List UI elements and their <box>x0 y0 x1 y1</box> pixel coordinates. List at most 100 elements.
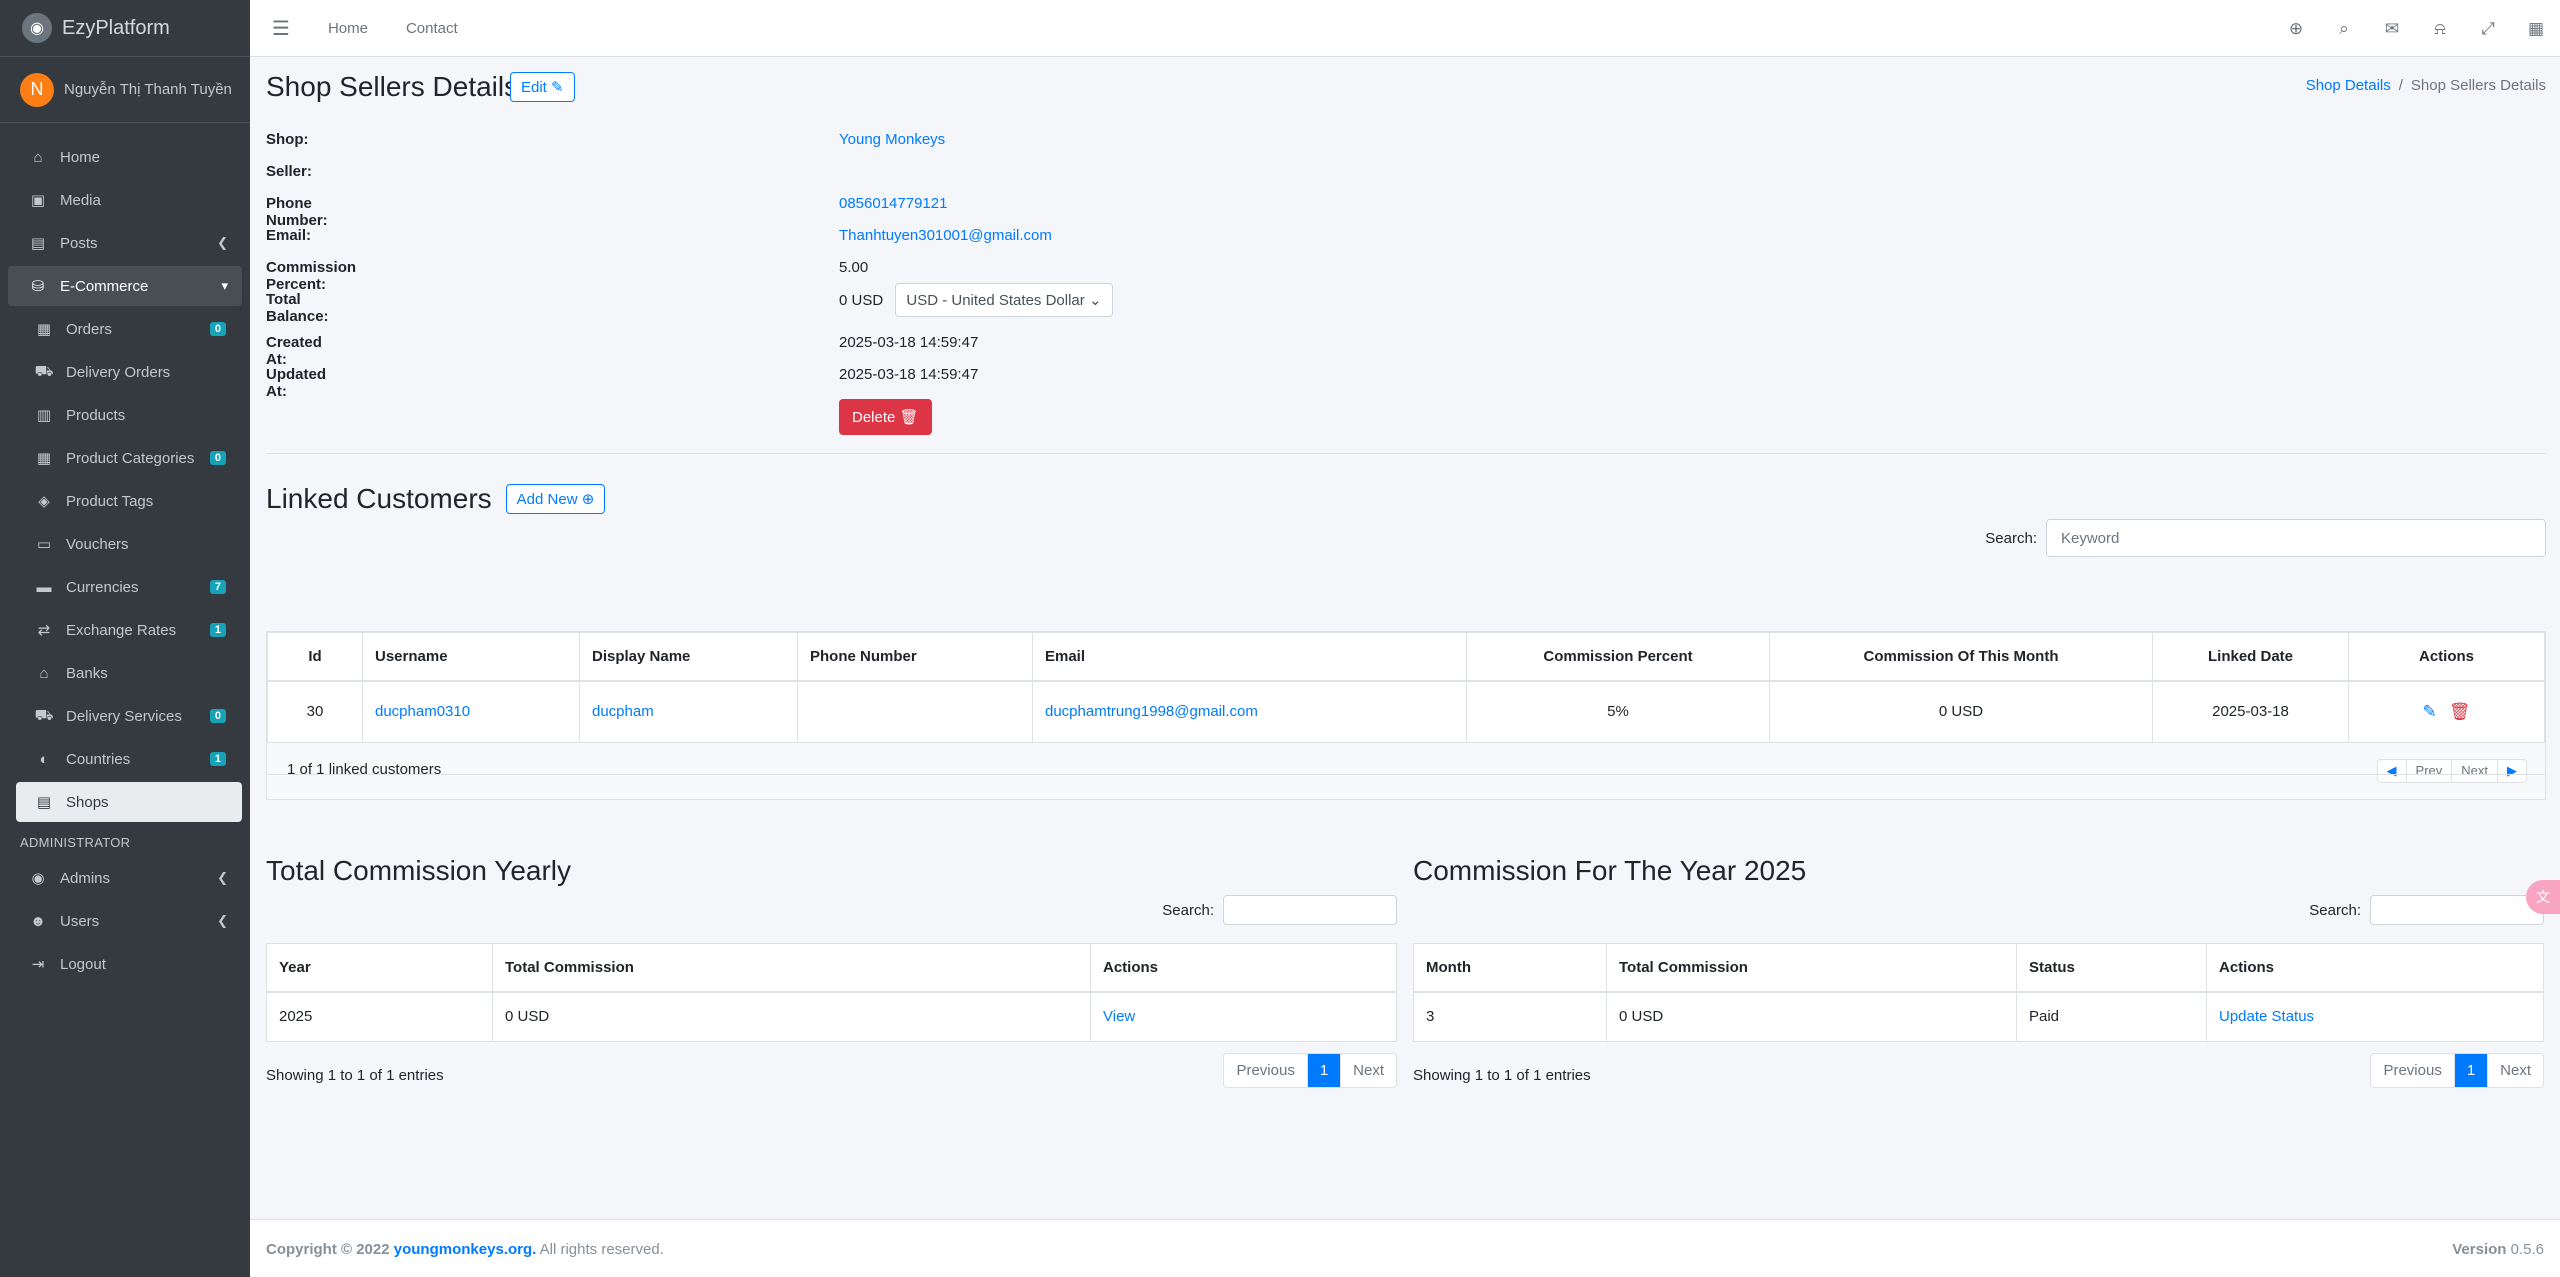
email-link[interactable]: ducphamtrung1998@gmail.com <box>1045 703 1258 720</box>
trash-icon: 🗑 <box>899 409 919 426</box>
email-link[interactable]: Thanhtuyen301001@gmail.com <box>839 227 1052 244</box>
language-globe-icon[interactable]: ⊕ <box>2272 19 2320 39</box>
sidebar-item-exchange-rates[interactable]: ⇄ Exchange Rates 1 <box>16 610 242 650</box>
sidebar-item-vouchers[interactable]: ▭ Vouchers <box>16 524 242 564</box>
linked-search: Search: Keyword <box>1985 519 2546 557</box>
nav-link-home[interactable]: Home <box>328 20 368 37</box>
col-header[interactable]: Status <box>2016 943 2207 993</box>
previous-button[interactable]: Previous <box>2371 1054 2455 1087</box>
fullscreen-icon[interactable]: ⤢ <box>2464 19 2512 39</box>
col-header[interactable]: Total Commission <box>492 943 1091 993</box>
yearly-search-input[interactable] <box>1223 895 1397 925</box>
sidebar-item-banks[interactable]: ⌂ Banks <box>16 653 242 693</box>
username-link[interactable]: ducpham0310 <box>375 703 470 720</box>
next-button[interactable]: Next <box>2452 760 2498 782</box>
col-header[interactable]: Commission Of This Month <box>1769 632 2153 682</box>
chevron-down-icon: ▾ <box>221 278 228 293</box>
col-header[interactable]: Month <box>1413 943 1607 993</box>
sidebar-item-product-tags[interactable]: ◈ Product Tags <box>16 481 242 521</box>
sidebar-item-product-categories[interactable]: ▦ Product Categories 0 <box>16 438 242 478</box>
page-header: Shop Sellers Details Edit ✎ Shop Details… <box>266 57 2546 122</box>
sidebar-item-label: Delivery Services <box>66 707 182 725</box>
user-panel[interactable]: N Nguyễn Thị Thanh Tuyền <box>0 57 250 123</box>
search-input[interactable]: Keyword <box>2046 519 2546 557</box>
search-icon[interactable]: ⌕ <box>2320 19 2368 39</box>
sidebar-item-ecommerce[interactable]: ⛁ E-Commerce ▾ <box>8 266 242 306</box>
breadcrumb-shop-details[interactable]: Shop Details <box>2306 77 2391 94</box>
sidebar-item-shops[interactable]: ▤ Shops <box>16 782 242 822</box>
display-name-link[interactable]: ducpham <box>592 703 654 720</box>
delete-button[interactable]: Delete 🗑 <box>839 399 932 435</box>
monthly-search-input[interactable] <box>2370 895 2544 925</box>
translate-icon[interactable]: 文 <box>2526 880 2560 914</box>
main-content: Shop Sellers Details Edit ✎ Shop Details… <box>266 57 2546 1088</box>
cell-actions: ✎ 🗑 <box>2348 680 2545 743</box>
sidebar-item-products[interactable]: ▥ Products <box>16 395 242 435</box>
linked-customers-table: Id Username Display Name Phone Number Em… <box>267 632 2545 743</box>
page-button[interactable]: 1 <box>2454 1054 2489 1087</box>
count-badge: 0 <box>209 709 226 723</box>
next-arrow-icon[interactable]: ▶ <box>2498 760 2526 782</box>
search-label: Search: <box>2309 901 2361 919</box>
col-header[interactable]: Username <box>362 632 580 682</box>
table-header-row: Month Total Commission Status Actions <box>1413 943 2544 993</box>
col-header[interactable]: Linked Date <box>2152 632 2349 682</box>
col-header[interactable]: Id <box>267 632 363 682</box>
prev-button[interactable]: Prev <box>2407 760 2453 782</box>
sidebar-item-posts[interactable]: ▤ Posts ❮ <box>8 223 242 263</box>
view-link[interactable]: View <box>1103 1008 1135 1025</box>
cell-month: 0 USD <box>1769 680 2153 743</box>
col-header[interactable]: Total Commission <box>1606 943 2017 993</box>
sidebar-item-orders[interactable]: ▦ Orders 0 <box>16 309 242 349</box>
prev-arrow-icon[interactable]: ◀ <box>2378 760 2407 782</box>
linked-customers-title: Linked Customers <box>266 483 492 514</box>
page-title: Shop Sellers Details <box>266 71 519 102</box>
col-header[interactable]: Email <box>1032 632 1467 682</box>
sidebar-item-currencies[interactable]: ▬ Currencies 7 <box>16 567 242 607</box>
edit-icon[interactable]: ✎ <box>2422 702 2436 721</box>
site-link[interactable]: youngmonkeys.org. <box>394 1241 537 1258</box>
col-header[interactable]: Phone Number <box>797 632 1033 682</box>
page-button[interactable]: 1 <box>1307 1054 1342 1087</box>
trash-icon[interactable]: 🗑 <box>2449 702 2471 721</box>
sidebar-item-label: Delivery Orders <box>66 363 171 381</box>
sidebar-item-admins[interactable]: ◉ Admins ❮ <box>8 858 242 898</box>
sidebar-item-delivery-services[interactable]: ⛟ Delivery Services 0 <box>16 696 242 736</box>
update-status-link[interactable]: Update Status <box>2219 1008 2314 1025</box>
bell-icon[interactable]: ⍾ <box>2416 19 2464 39</box>
user-name[interactable]: Nguyễn Thị Thanh Tuyền <box>64 81 232 98</box>
sidebar-item-label: Product Categories <box>66 449 195 467</box>
cell-total: 0 USD <box>1606 991 2017 1042</box>
sidebar-item-countries[interactable]: ◐ Countries 1 <box>16 739 242 779</box>
col-header[interactable]: Year <box>266 943 493 993</box>
currency-select[interactable]: USD - United States Dollar ⌄ <box>895 283 1113 317</box>
col-header[interactable]: Commission Percent <box>1466 632 1770 682</box>
previous-button[interactable]: Previous <box>1224 1054 1308 1087</box>
hamburger-menu-icon[interactable]: ☰ <box>272 16 290 41</box>
count-badge: 0 <box>209 451 226 465</box>
home-icon: ⌂ <box>33 148 43 166</box>
phone-link[interactable]: 0856014779121 <box>839 195 947 212</box>
edit-button[interactable]: Edit ✎ <box>510 72 575 102</box>
next-button[interactable]: Next <box>2488 1054 2543 1087</box>
next-button[interactable]: Next <box>1341 1054 1396 1087</box>
col-header[interactable]: Actions <box>1090 943 1397 993</box>
apps-grid-icon[interactable]: ▦ <box>2512 19 2560 39</box>
sidebar-item-delivery-orders[interactable]: ⛟ Delivery Orders <box>16 352 242 392</box>
col-header[interactable]: Display Name <box>579 632 798 682</box>
sidebar-item-media[interactable]: ▣ Media <box>8 180 242 220</box>
sidebar-item-home[interactable]: ⌂ Home <box>8 137 242 177</box>
detail-label: Created At: <box>266 334 322 368</box>
messages-icon[interactable]: ✉ <box>2368 19 2416 39</box>
detail-label: Seller: <box>266 163 312 180</box>
sidebar-item-users[interactable]: ☻ Users ❮ <box>8 901 242 941</box>
yearly-title: Total Commission Yearly <box>266 855 572 886</box>
sidebar-item-label: Admins <box>60 869 111 887</box>
nav-link-contact[interactable]: Contact <box>406 20 458 37</box>
brand-link[interactable]: ◉ EzyPlatform <box>0 0 250 57</box>
posts-icon: ▤ <box>30 235 46 252</box>
shop-link[interactable]: Young Monkeys <box>839 131 945 148</box>
add-new-button[interactable]: Add New ⊕ <box>505 484 606 514</box>
sidebar-item-logout[interactable]: ⇥ Logout <box>8 944 242 984</box>
col-header[interactable]: Actions <box>2206 943 2544 993</box>
